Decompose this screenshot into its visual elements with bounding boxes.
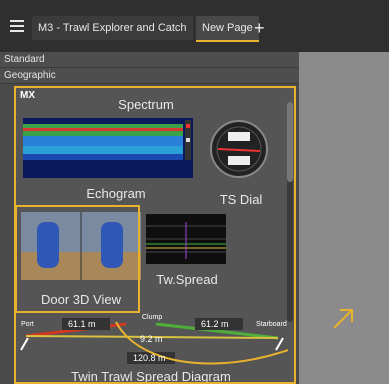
spread-center-distance: 9.2 m — [140, 334, 163, 344]
echogram-title: Echogram — [86, 186, 146, 201]
tw-spread-title: Tw.Spread — [156, 272, 218, 287]
spread-starboard-label: Starboard — [256, 321, 287, 328]
twin-trawl-title: Twin Trawl Spread Diagram — [71, 369, 231, 384]
section-geographic[interactable]: Geographic — [0, 68, 299, 84]
spread-right-distance: 61.2 m — [201, 319, 229, 329]
echogram-widget[interactable] — [23, 118, 193, 178]
door-3d-selection-highlight — [15, 205, 140, 313]
section-mx-label: MX — [20, 90, 35, 101]
ts-dial-thumbnail — [210, 120, 268, 178]
section-standard[interactable]: Standard — [0, 52, 299, 68]
page-canvas[interactable] — [299, 52, 389, 384]
tab-new-page[interactable]: New Page — [196, 16, 259, 42]
ts-dial-title: TS Dial — [219, 192, 263, 207]
spread-clump-label: Clump — [142, 314, 163, 321]
tw-spread-widget[interactable] — [146, 214, 226, 264]
menu-icon[interactable] — [10, 20, 24, 32]
spectrum-title: Spectrum — [118, 97, 174, 112]
ts-dial-widget[interactable] — [210, 120, 268, 178]
echogram-thumbnail — [23, 118, 193, 178]
drag-arrow-icon — [333, 309, 353, 329]
spread-port-label: Port — [21, 321, 34, 328]
spread-bottom-distance: 120.8 m — [133, 353, 166, 363]
tw-spread-thumbnail — [146, 214, 226, 264]
spread-left-distance: 61.1 m — [68, 319, 96, 329]
twin-trawl-widget[interactable]: Port Starboard Clump 61.1 m 61.2 m 9.2 m… — [16, 308, 294, 384]
top-bar: M3 - Trawl Explorer and Catch New Page + — [0, 0, 389, 52]
scrollbar-thumb[interactable] — [287, 102, 293, 182]
tab-trawl-explorer[interactable]: M3 - Trawl Explorer and Catch — [32, 16, 193, 40]
add-tab-icon[interactable]: + — [254, 18, 265, 38]
